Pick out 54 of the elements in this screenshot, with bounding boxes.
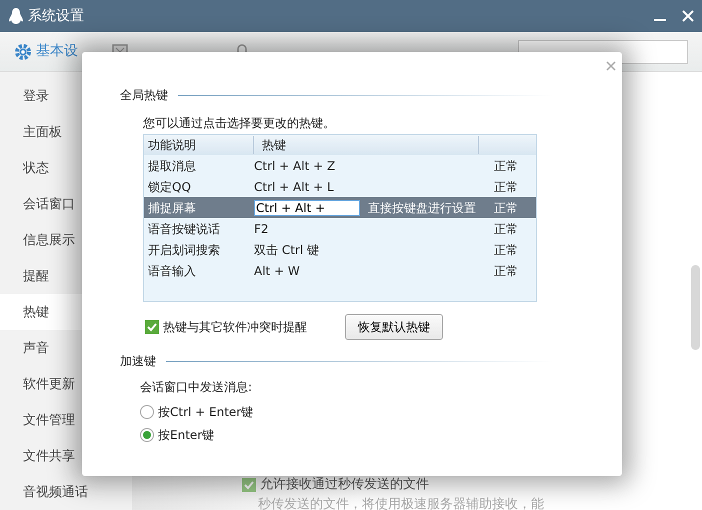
description-text: 您可以通过点击选择要更改的热键。 [143, 115, 336, 132]
penguin-icon [8, 7, 24, 25]
column-header: 热键 [254, 136, 479, 154]
checkbox[interactable] [145, 320, 159, 334]
table-row[interactable]: 捕捉屏幕 Ctrl + Alt + 直接按键盘进行设置 正常 [144, 197, 536, 218]
checkbox[interactable] [242, 478, 256, 492]
sidebar-item[interactable]: 会话窗口 [0, 186, 132, 222]
option-label: 热键与其它软件冲突时提醒 [163, 319, 307, 336]
table-row[interactable]: 语音按键说话 F2 正常 [144, 218, 536, 239]
sidebar-item[interactable]: 文件共享 [0, 438, 132, 474]
table-cell-text: 正常 [494, 242, 519, 258]
table-row[interactable]: 提取消息 Ctrl + Alt + Z 正常 [144, 155, 536, 176]
sidebar-item[interactable]: 状态 [0, 150, 132, 186]
prompt-text: 会话窗口中发送消息: [140, 379, 254, 396]
window-icon [112, 44, 128, 52]
table-cell-text: 正常 [494, 200, 519, 216]
sidebar-item[interactable]: 主面板 [0, 114, 132, 150]
sidebar-item[interactable]: 音视频通话 [0, 474, 132, 510]
hotkey-input[interactable]: Ctrl + Alt + [254, 200, 360, 216]
window-title: 系统设置 [28, 6, 84, 26]
hint-text: 直接按键盘进行设置 [368, 200, 476, 216]
table-cell-text: 正常 [494, 220, 519, 238]
table-cell-text: 锁定QQ [147, 178, 192, 196]
sidebar-item[interactable]: 文件管理 [0, 402, 132, 438]
table-row[interactable]: 开启划词搜索 双击 Ctrl 键 正常 [144, 239, 536, 260]
table-cell-text: 双击 Ctrl 键 [254, 242, 319, 258]
radio-button[interactable] [140, 404, 154, 418]
sidebar-item[interactable]: 提醒 [0, 258, 132, 294]
scrollbar-thumb[interactable] [691, 265, 700, 350]
radio-button[interactable] [140, 428, 154, 442]
table-cell-text: 开启划词搜索 [147, 242, 221, 258]
table-cell-text: 语音输入 [147, 262, 197, 280]
sidebar-item[interactable]: 信息展示 [0, 222, 132, 258]
gear-icon [14, 42, 32, 60]
table-cell-text: 提取消息 [147, 158, 197, 174]
table-cell-text: 正常 [494, 158, 519, 174]
table-cell-text: F2 [254, 220, 269, 238]
close-icon[interactable] [682, 10, 694, 22]
table-cell-text: 捕捉屏幕 [147, 200, 197, 216]
table-cell-text: Ctrl + Alt + Z [254, 158, 336, 174]
table-cell-text: 语音按键说话 [147, 220, 221, 238]
restore-defaults-button[interactable]: 恢复默认热键 [345, 314, 443, 340]
table-cell-text: Ctrl + Alt + L [254, 178, 334, 196]
column-header: 功能说明 [144, 136, 254, 154]
table-row[interactable]: 语音输入 Alt + W 正常 [144, 260, 536, 281]
section-heading: 全局热键 [120, 87, 168, 104]
option-label: 按Ctrl + Enter键 [158, 404, 254, 420]
option-label: 按Enter键 [158, 426, 214, 444]
table-cell-text: 正常 [494, 178, 519, 196]
option-label: 允许接收通过秒传发送的文件 [260, 476, 429, 494]
table-cell-text: Alt + W [254, 262, 300, 280]
table-cell-text: 正常 [494, 262, 519, 280]
hint-text: 秒传发送的文件，将使用极速服务器辅助接收，能 [257, 496, 545, 510]
table-row[interactable]: 锁定QQ Ctrl + Alt + L 正常 [144, 176, 536, 197]
